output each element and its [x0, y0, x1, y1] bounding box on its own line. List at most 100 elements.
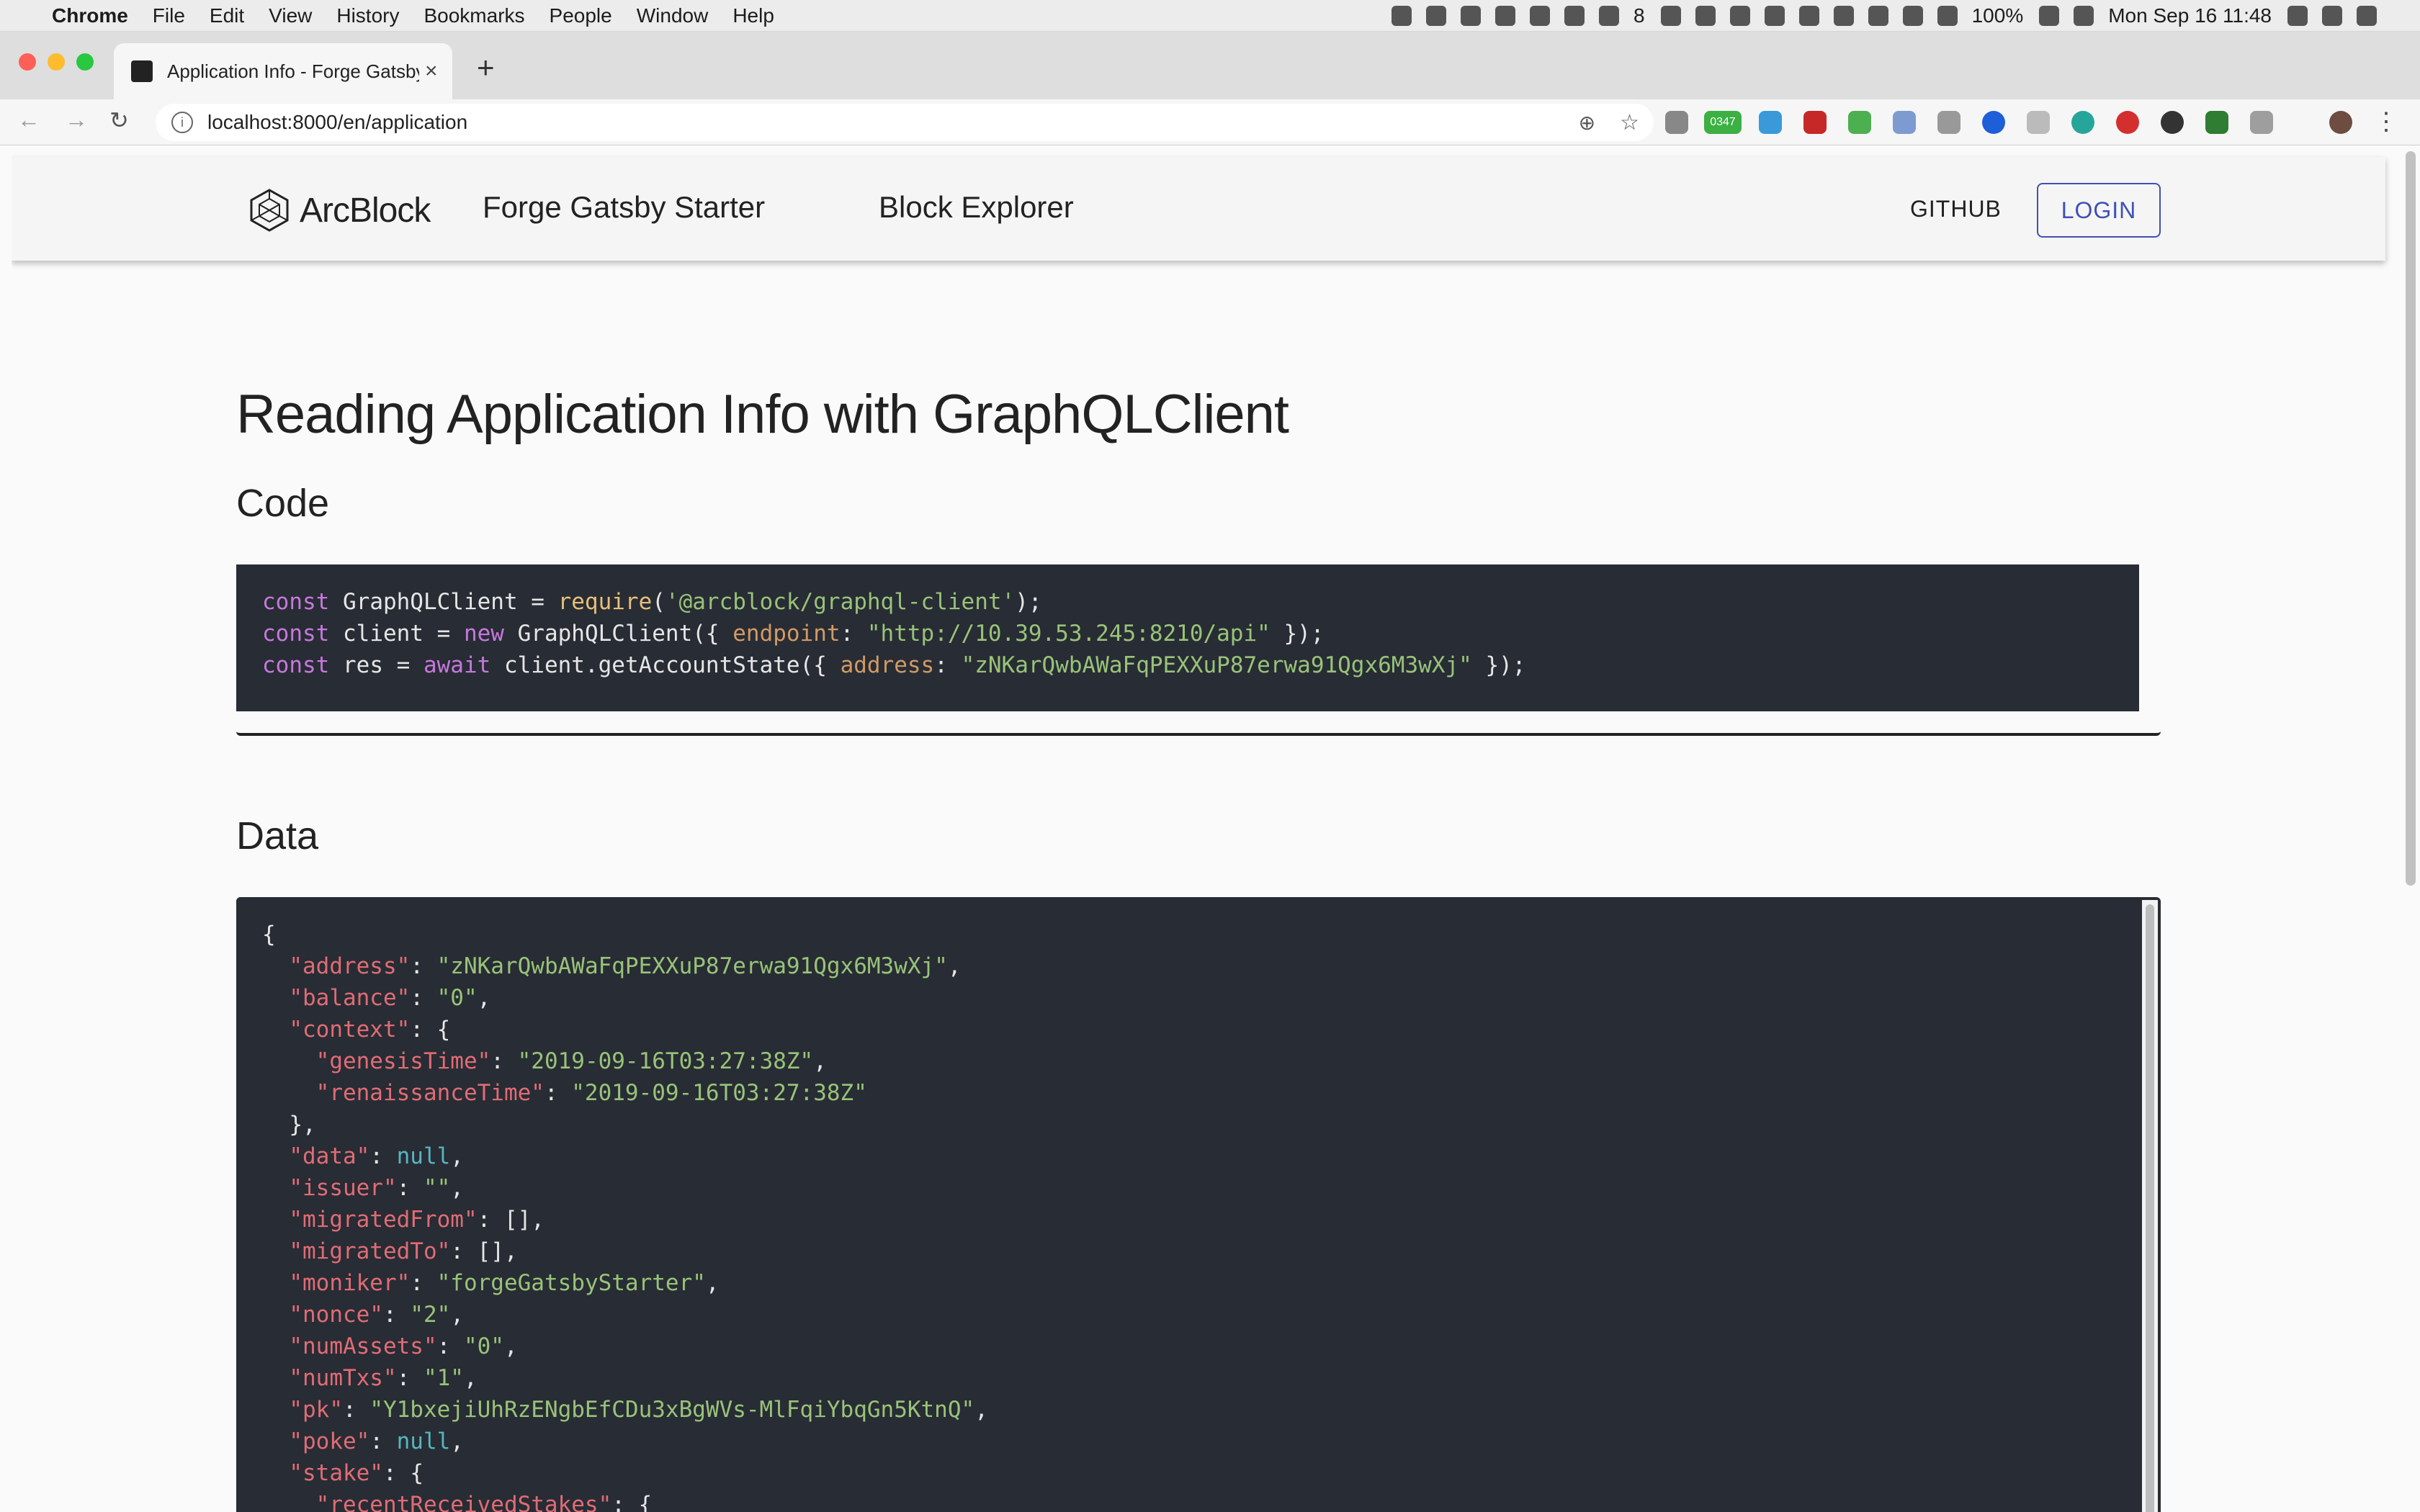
github-link[interactable]: GITHUB — [1910, 196, 2002, 222]
tray-cloud-icon[interactable] — [1798, 5, 1819, 26]
extension-a-icon[interactable] — [1982, 111, 2005, 134]
json-line: "migratedTo": [], — [289, 1238, 518, 1264]
json-line: "issuer": "", — [289, 1175, 464, 1201]
extension-teal-icon[interactable] — [2071, 111, 2094, 134]
back-arrow-icon[interactable]: ← — [17, 107, 40, 133]
code-block: const GraphQLClient = require('@arcblock… — [236, 564, 2161, 736]
volume-icon[interactable] — [1937, 5, 1958, 26]
tray-notification-icon[interactable] — [1599, 5, 1620, 26]
arcblock-favicon-icon — [131, 60, 153, 82]
browser-tab-active[interactable]: Application Info - Forge Gatsby × — [114, 43, 452, 99]
code-line-3: const res = await client.getAccountState… — [262, 652, 1526, 678]
code-line-2: const client = new GraphQLClient({ endpo… — [262, 621, 1325, 647]
siri-icon[interactable] — [2322, 5, 2342, 26]
extension-badge-icon[interactable]: 0347 — [1704, 111, 1742, 134]
tray-window-icon[interactable] — [1868, 5, 1888, 26]
macos-menubar: Chrome File Edit View History Bookmarks … — [0, 0, 2420, 32]
wifi-icon[interactable] — [1902, 5, 1923, 26]
json-line: "migratedFrom": [], — [289, 1207, 544, 1233]
tray-input-method-icon[interactable] — [1461, 5, 1482, 26]
json-line: "recentReceivedStakes": { — [315, 1492, 653, 1512]
site-info-icon[interactable]: i — [171, 112, 193, 133]
menu-bookmarks[interactable]: Bookmarks — [424, 4, 524, 27]
battery-percent: 100% — [1971, 4, 2024, 27]
code-snippet[interactable]: const GraphQLClient = require('@arcblock… — [236, 564, 2139, 711]
menu-window[interactable]: Window — [637, 4, 709, 27]
adblock-icon[interactable] — [2116, 111, 2139, 134]
reload-icon[interactable]: ↻ — [109, 107, 129, 134]
brand-name: ArcBlock — [300, 191, 431, 230]
tray-evernote-icon[interactable] — [1729, 5, 1750, 26]
notification-center-icon[interactable] — [2357, 5, 2377, 26]
clock[interactable]: Mon Sep 16 11:48 — [2108, 4, 2272, 27]
data-scrollbar[interactable] — [2142, 900, 2158, 1512]
menu-view[interactable]: View — [269, 4, 312, 27]
extension-gray-icon[interactable] — [2250, 111, 2273, 134]
tray-send-icon[interactable] — [1695, 5, 1716, 26]
json-output[interactable]: { "address": "zNKarQwbAWaFqPEXXuP87erwa9… — [236, 897, 2139, 1512]
page-title: Reading Application Info with GraphQLCli… — [236, 384, 1289, 445]
menu-app-chrome[interactable]: Chrome — [52, 4, 128, 27]
json-line: "pk": "Y1bxejiUhRzENgbEfCDu3xBgWVs-MlFqi… — [289, 1397, 988, 1423]
menu-people[interactable]: People — [550, 4, 612, 27]
tray-search-app-icon[interactable] — [1530, 5, 1551, 26]
profile-avatar[interactable] — [2329, 111, 2352, 134]
tab-title: Application Info - Forge Gatsby — [167, 60, 419, 82]
tray-display-icon[interactable] — [1833, 5, 1854, 26]
tray-grammarly-icon[interactable] — [1564, 5, 1585, 26]
site-name-link[interactable]: Forge Gatsby Starter — [483, 190, 765, 225]
page-viewport: ArcBlock Forge Gatsby Starter Block Expl… — [12, 145, 2400, 1512]
menu-edit[interactable]: Edit — [210, 4, 244, 27]
evernote-extension-icon[interactable] — [2205, 111, 2228, 134]
zoom-icon[interactable]: ⊕ — [1579, 111, 1595, 135]
extension-tree-icon[interactable] — [2027, 111, 2050, 134]
json-line: "numAssets": "0", — [289, 1333, 518, 1359]
tray-sync-icon[interactable] — [1495, 5, 1516, 26]
new-tab-button[interactable]: + — [477, 50, 495, 85]
tray-wechat-icon[interactable] — [1426, 5, 1447, 26]
tray-s-icon[interactable] — [2074, 5, 2094, 26]
extension-green-icon[interactable] — [1848, 111, 1871, 134]
forward-arrow-icon[interactable]: → — [65, 107, 88, 133]
menu-help[interactable]: Help — [732, 4, 774, 27]
address-bar[interactable]: i localhost:8000/en/application ⊕ ☆ — [156, 104, 1654, 141]
extension-weibo-icon[interactable] — [1937, 111, 1960, 134]
json-data-block[interactable]: { "address": "zNKarQwbAWaFqPEXXuP87erwa9… — [236, 897, 2161, 1512]
tray-app-icon[interactable] — [1392, 5, 1412, 26]
extension-check-icon[interactable] — [1759, 111, 1782, 134]
login-button[interactable]: LOGIN — [2037, 183, 2161, 238]
window-minimize-button[interactable] — [48, 53, 65, 71]
json-line: "address": "zNKarQwbAWaFqPEXXuP87erwa91Q… — [289, 953, 962, 979]
json-line: }, — [289, 1112, 316, 1138]
brand-logo-link[interactable]: ArcBlock — [249, 189, 431, 232]
battery-icon[interactable] — [2039, 5, 2060, 26]
extension-blue-icon[interactable] — [1893, 111, 1916, 134]
bookmark-star-icon[interactable]: ☆ — [1620, 110, 1639, 135]
menu-file[interactable]: File — [153, 4, 185, 27]
tray-glasses-icon[interactable] — [1660, 5, 1681, 26]
json-line: "stake": { — [289, 1460, 424, 1486]
extension-panda-icon[interactable] — [2161, 111, 2184, 134]
menu-history[interactable]: History — [336, 4, 399, 27]
window-close-button[interactable] — [19, 53, 36, 71]
json-line: "genesisTime": "2019-09-16T03:27:38Z", — [315, 1048, 827, 1074]
json-line: { — [262, 922, 276, 948]
extension-red-icon[interactable] — [1803, 111, 1827, 134]
extension-utc-icon[interactable] — [1665, 111, 1688, 134]
spotlight-search-icon[interactable] — [2287, 5, 2308, 26]
json-line: "numTxs": "1", — [289, 1365, 478, 1391]
json-line: "moniker": "forgeGatsbyStarter", — [289, 1270, 720, 1296]
json-line: "context": { — [289, 1017, 451, 1043]
page-scrollbar-thumb[interactable] — [2406, 151, 2416, 886]
json-line: "balance": "0", — [289, 985, 491, 1011]
data-scrollbar-thumb[interactable] — [2146, 904, 2154, 1512]
window-zoom-button[interactable] — [76, 53, 94, 71]
chrome-menu-icon[interactable]: ⋮ — [2374, 109, 2398, 134]
code-section-heading: Code — [236, 482, 330, 525]
block-explorer-link[interactable]: Block Explorer — [879, 190, 1074, 225]
tray-flag-icon[interactable] — [1764, 5, 1785, 26]
json-line: "poke": null, — [289, 1428, 464, 1454]
url-text[interactable]: localhost:8000/en/application — [207, 111, 467, 134]
tab-close-icon[interactable]: × — [425, 59, 438, 84]
status-tray: 8 100% Mon Sep 16 11:48 — [1392, 4, 2391, 27]
